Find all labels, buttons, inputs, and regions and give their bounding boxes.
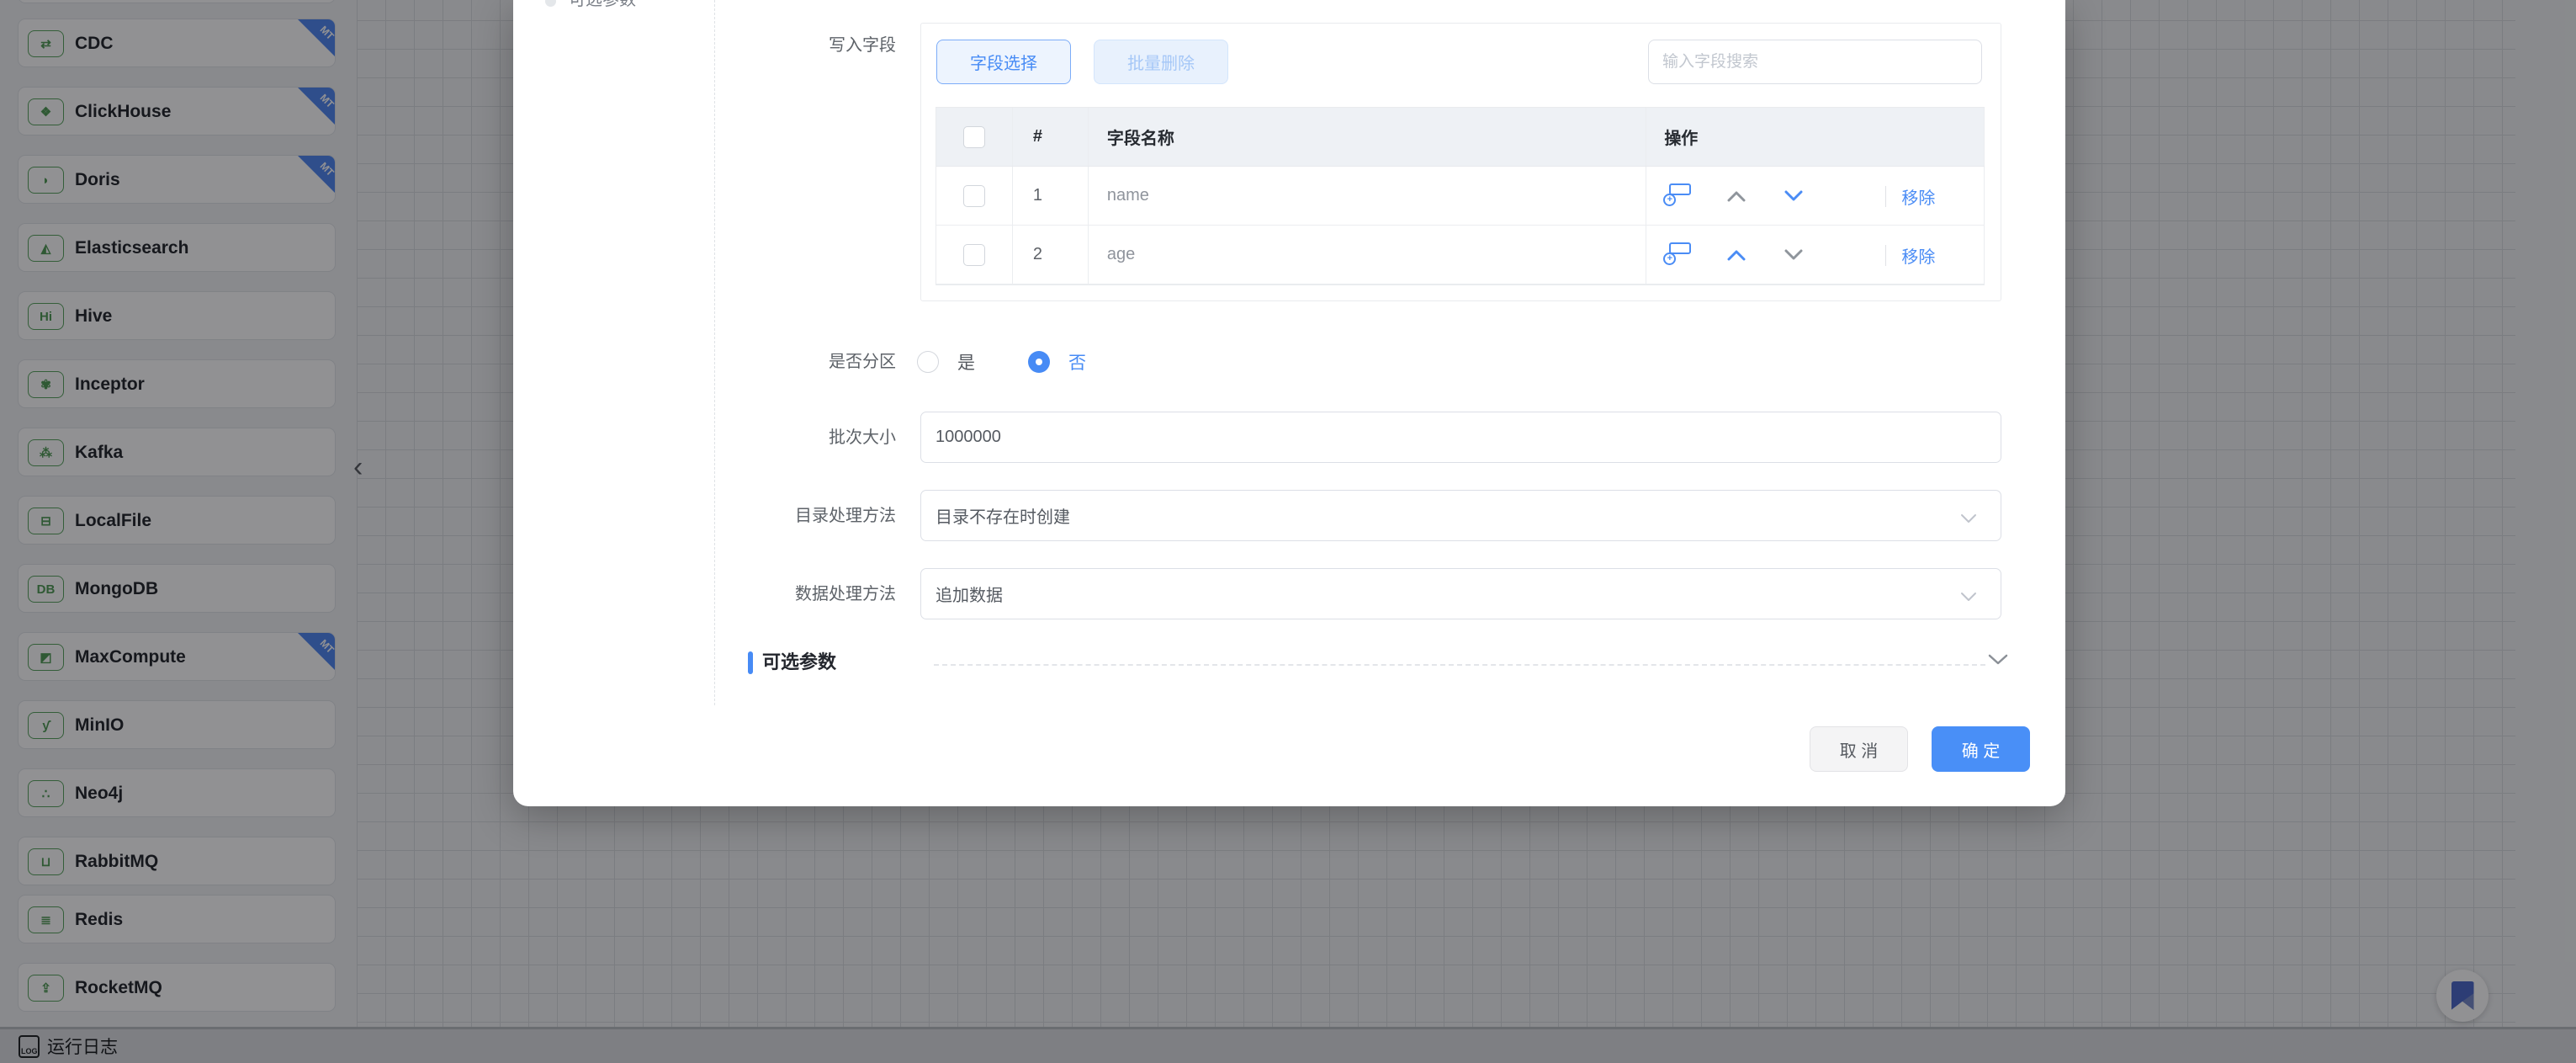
row-checkbox[interactable] (963, 185, 985, 207)
partition-no-label[interactable]: 否 (1068, 349, 1086, 375)
partition-yes-label[interactable]: 是 (957, 349, 975, 375)
section-dashed-line (934, 664, 1985, 666)
field-search-input[interactable] (1648, 40, 1982, 84)
sink-config-modal: 可选参数 写入字段 是否分区 批次大小 目录处理方法 数据处理方法 字段选择 批… (513, 0, 2065, 806)
actions-column-header: 操作 (1646, 108, 1985, 166)
insert-field-icon[interactable]: + (1663, 242, 1691, 267)
optional-params-title: 可选参数 (762, 647, 836, 674)
insert-field-icon[interactable]: + (1663, 183, 1691, 208)
field-select-button[interactable]: 字段选择 (936, 40, 1071, 84)
row-index: 1 (1013, 167, 1089, 225)
flow-editor-page: ⇄ CDC MT ❖ ClickHouse MT ◗ Doris MT ◭ El… (0, 0, 2576, 1063)
batch-size-label: 批次大小 (728, 426, 896, 449)
batch-delete-button: 批量删除 (1094, 40, 1228, 84)
collapse-section-chevron-icon[interactable] (1987, 653, 2009, 670)
section-accent-bar (748, 651, 753, 674)
partition-label: 是否分区 (728, 350, 896, 374)
batch-size-input[interactable] (920, 412, 2001, 463)
remove-field-link[interactable]: 移除 (1901, 243, 1935, 268)
move-down-icon (1784, 249, 1804, 261)
data-method-label: 数据处理方法 (728, 582, 896, 606)
step-dot (545, 0, 556, 7)
row-index: 2 (1013, 226, 1089, 284)
table-row: 1 name + 移除 (936, 167, 1985, 226)
dir-method-select[interactable]: 目录不存在时创建 (920, 490, 2001, 541)
move-up-icon (1726, 190, 1746, 202)
table-header-row: # 字段名称 操作 (936, 108, 1985, 167)
partition-no-radio[interactable] (1028, 351, 1050, 373)
move-up-icon[interactable] (1726, 249, 1746, 261)
steps-divider (714, 0, 715, 705)
field-name-column-header: 字段名称 (1089, 108, 1646, 166)
dir-method-label: 目录处理方法 (728, 504, 896, 528)
row-checkbox[interactable] (963, 244, 985, 266)
chevron-down-icon (1960, 587, 1977, 607)
remove-field-link[interactable]: 移除 (1901, 184, 1935, 209)
field-name-cell: name (1107, 186, 1149, 205)
confirm-button[interactable]: 确 定 (1932, 726, 2030, 772)
partition-yes-radio[interactable] (917, 351, 939, 373)
data-method-value: 追加数据 (936, 582, 1003, 606)
actions-divider (1885, 186, 1886, 207)
write-fields-label: 写入字段 (728, 34, 896, 57)
index-column-header: # (1013, 108, 1089, 166)
dir-method-value: 目录不存在时创建 (936, 503, 1070, 528)
step-item-optional-params[interactable]: 可选参数 (569, 0, 636, 11)
chevron-down-icon (1960, 509, 1977, 529)
fields-table: # 字段名称 操作 1 name + 移除 2 age (936, 107, 1985, 285)
table-row: 2 age + 移除 (936, 226, 1985, 284)
actions-divider (1885, 245, 1886, 266)
move-down-icon[interactable] (1784, 190, 1804, 202)
field-name-cell: age (1107, 245, 1135, 264)
data-method-select[interactable]: 追加数据 (920, 568, 2001, 619)
select-all-checkbox[interactable] (963, 126, 985, 148)
cancel-button[interactable]: 取 消 (1810, 726, 1908, 772)
